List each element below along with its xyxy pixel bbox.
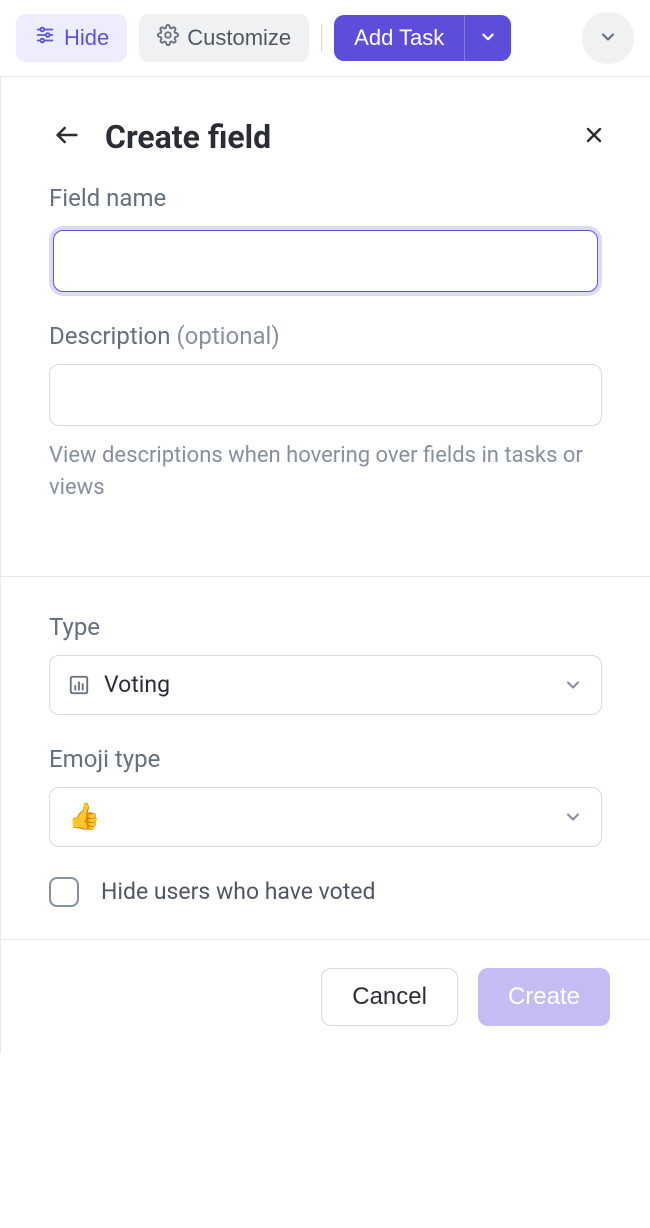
field-name-focus-ring: [49, 226, 602, 296]
divider: [321, 24, 322, 52]
voting-icon: [68, 674, 90, 696]
emoji-type-label: Emoji type: [49, 745, 602, 773]
panel-title: Create field: [105, 118, 578, 156]
create-button[interactable]: Create: [478, 968, 610, 1026]
add-task-label: Add Task: [354, 25, 444, 50]
type-label: Type: [49, 613, 602, 641]
emoji-value: 👍: [68, 802, 563, 832]
hide-button[interactable]: Hide: [16, 14, 127, 62]
chevron-down-icon: [563, 807, 583, 827]
field-name-label: Field name: [49, 184, 602, 212]
create-field-panel: Create field Field name Description (opt…: [0, 77, 650, 1054]
type-select[interactable]: Voting: [49, 655, 602, 715]
description-label-text: Description: [49, 322, 176, 350]
emoji-type-select[interactable]: 👍: [49, 787, 602, 847]
panel-footer: Cancel Create: [1, 940, 650, 1054]
add-task-dropdown-button[interactable]: [464, 15, 511, 61]
add-task-group: Add Task: [334, 15, 511, 61]
create-label: Create: [508, 983, 580, 1010]
add-task-button[interactable]: Add Task: [334, 15, 464, 61]
cancel-label: Cancel: [352, 983, 427, 1010]
filter-icon: [34, 24, 56, 52]
description-optional-text: (optional): [176, 322, 279, 350]
panel-header: Create field: [1, 77, 650, 184]
form-section-type: Type Voting Emoji type 👍: [1, 577, 650, 939]
customize-button[interactable]: Customize: [139, 14, 309, 62]
description-label: Description (optional): [49, 322, 602, 350]
form-section-basics: Field name Description (optional) View d…: [1, 184, 650, 544]
type-value: Voting: [104, 671, 563, 698]
chevron-down-icon: [598, 27, 618, 50]
hide-users-row: Hide users who have voted: [49, 877, 602, 907]
hide-users-checkbox[interactable]: [49, 877, 79, 907]
close-icon: [582, 135, 606, 150]
more-button[interactable]: [582, 12, 634, 64]
chevron-down-icon: [563, 675, 583, 695]
chevron-down-icon: [479, 28, 497, 49]
description-helper: View descriptions when hovering over fie…: [49, 440, 602, 504]
gear-icon: [157, 24, 179, 52]
toolbar: Hide Customize Add Task: [0, 0, 650, 77]
cancel-button[interactable]: Cancel: [321, 968, 458, 1026]
hide-label: Hide: [64, 25, 109, 51]
close-button[interactable]: [578, 119, 610, 154]
hide-users-label: Hide users who have voted: [101, 878, 375, 905]
field-name-input[interactable]: [53, 230, 598, 292]
description-input[interactable]: [49, 364, 602, 426]
customize-label: Customize: [187, 25, 291, 51]
arrow-left-icon: [53, 137, 81, 152]
back-button[interactable]: [49, 117, 85, 156]
